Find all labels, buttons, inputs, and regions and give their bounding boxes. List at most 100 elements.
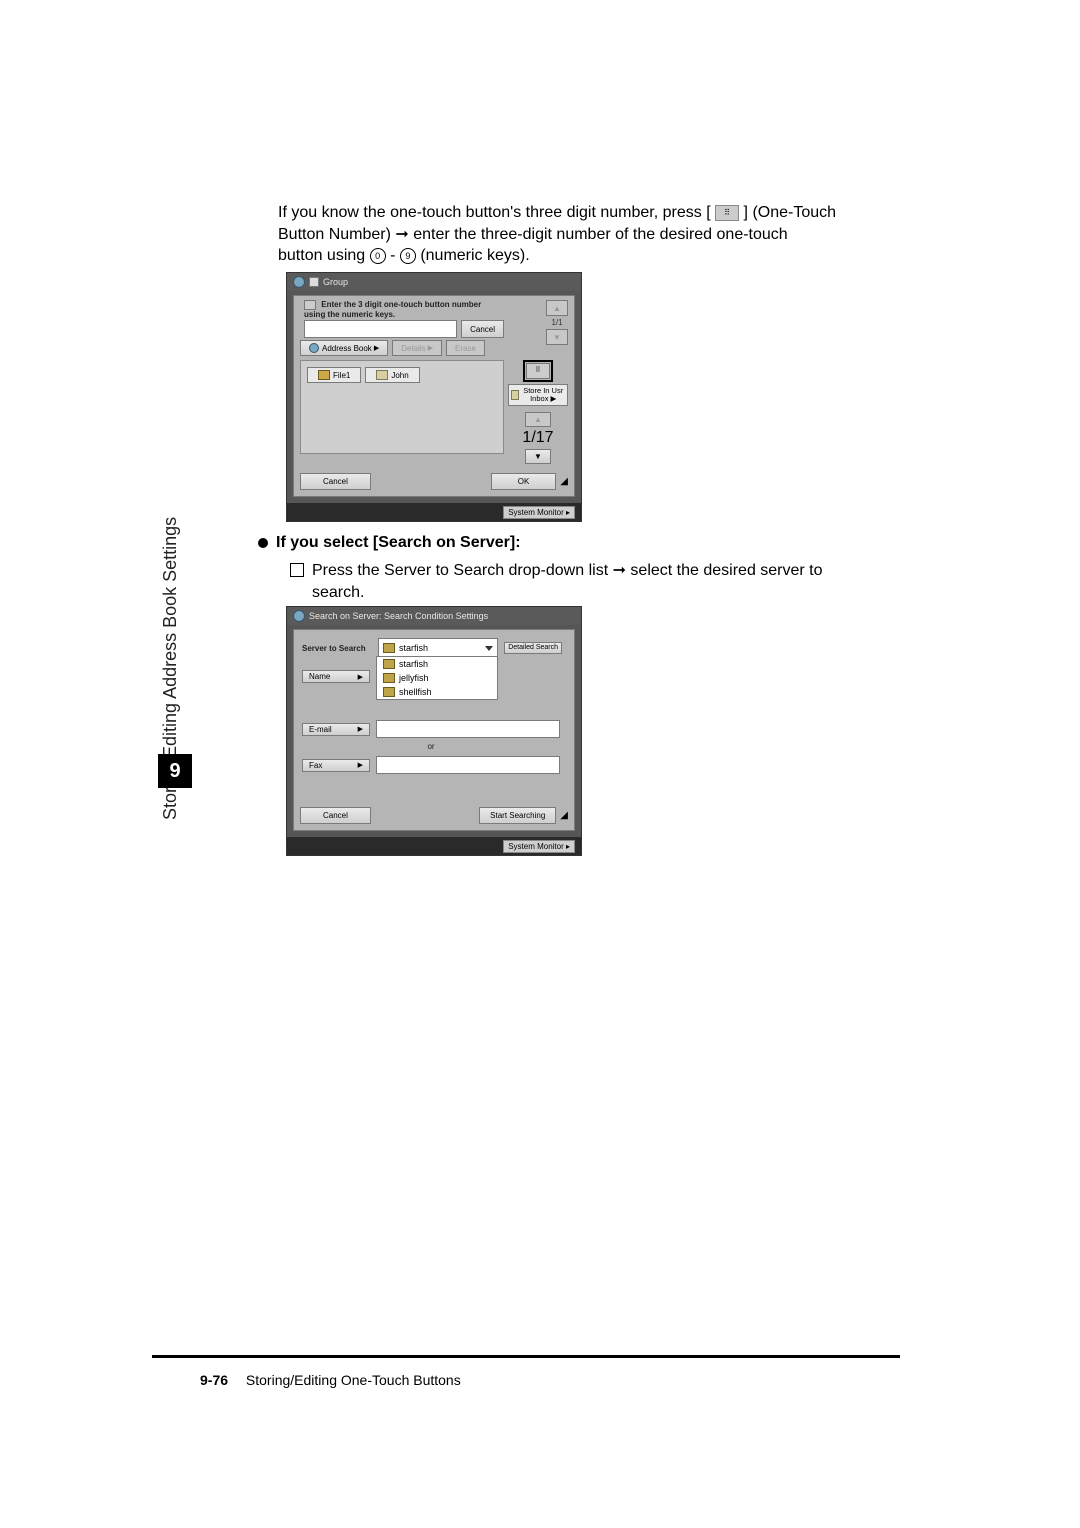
globe-icon (293, 610, 305, 622)
system-monitor-button[interactable]: System Monitor ▸ (503, 506, 575, 519)
number-cancel-button[interactable]: Cancel (461, 320, 504, 338)
john-label: John (391, 371, 408, 380)
page-up-button[interactable]: ▲ (546, 300, 568, 316)
server-to-search-dropdown[interactable]: starfish (378, 638, 498, 658)
intro-text-3a: button using (278, 247, 370, 264)
server-icon (383, 687, 395, 697)
intro-text-1a: If you know the one-touch button's three… (278, 204, 711, 221)
options-icon (309, 277, 319, 287)
page-number: 9-76 (200, 1372, 228, 1388)
intro-text-3c: (numeric keys). (420, 247, 529, 264)
intro-text-3b: - (390, 247, 400, 264)
chevron-down-icon (485, 646, 493, 651)
dialog-titlebar: Group (287, 273, 581, 291)
email-label: E-mail (309, 725, 332, 734)
bullet-icon (258, 538, 268, 548)
numeric-key-0-icon: 0 (370, 248, 386, 264)
server-option-jellyfish[interactable]: jellyfish (377, 671, 497, 685)
list-item-file1[interactable]: File1 (307, 367, 361, 383)
fax-button[interactable]: Fax ▶ (302, 759, 370, 772)
details-button[interactable]: Details ▶ (392, 340, 442, 356)
dialog-bottom-bar: Cancel Start Searching ◢ (300, 807, 568, 824)
dialog-footer: System Monitor ▸ (287, 503, 581, 521)
intro-text-1b: ] (One-Touch (744, 204, 836, 221)
server-icon (383, 643, 395, 653)
dialog-body: Server to Search starfish Detailed Searc… (293, 629, 575, 831)
footer-divider (152, 1355, 900, 1358)
email-input[interactable] (376, 720, 560, 738)
server-option-starfish[interactable]: starfish (377, 657, 497, 671)
dialog-title: Search on Server: Search Condition Setti… (309, 611, 488, 621)
detailed-search-button[interactable]: Detailed Search (504, 642, 562, 653)
server-selected-value: starfish (399, 643, 428, 653)
address-book-button[interactable]: Address Book ▶ (300, 340, 388, 356)
fax-label: Fax (309, 761, 322, 770)
list-down-button[interactable]: ▼ (525, 449, 551, 464)
numeric-key-9-icon: 9 (400, 248, 416, 264)
one-touch-number-icon: ⠿ (715, 205, 739, 221)
name-label: Name (309, 672, 330, 681)
one-touch-small-icon (304, 300, 316, 310)
store-in-user-inbox-label: Store In Usr Inbox ▶ (521, 387, 565, 403)
list-up-button[interactable]: ▲ (525, 412, 551, 427)
email-button[interactable]: E-mail ▶ (302, 723, 370, 736)
folder-icon (318, 370, 330, 380)
right-group: ⠿ Store In Usr Inbox ▶ ▲ 1/17 ▼ (508, 360, 568, 464)
system-monitor-button[interactable]: System Monitor ▸ (503, 840, 575, 853)
address-book-icon (309, 343, 319, 353)
server-option-label: starfish (399, 659, 428, 669)
list-item-john[interactable]: John (365, 367, 419, 383)
ok-button[interactable]: OK (491, 473, 557, 490)
inbox-icon (376, 370, 388, 380)
instruction-text: Enter the 3 digit one-touch button numbe… (304, 300, 504, 319)
server-icon (383, 659, 395, 669)
one-touch-number-button[interactable]: ⠿ (526, 363, 550, 379)
server-option-label: shellfish (399, 687, 432, 697)
one-touch-number-highlight: ⠿ (523, 360, 553, 382)
bullet-heading: If you select [Search on Server]: (276, 534, 521, 552)
erase-button[interactable]: Erase (446, 340, 485, 356)
dialog-footer: System Monitor ▸ (287, 837, 581, 855)
dialog-titlebar: Search on Server: Search Condition Setti… (287, 607, 581, 625)
number-entry-row: Cancel (304, 320, 504, 338)
server-dropdown-list: starfish jellyfish shellfish (376, 656, 498, 700)
destination-list: File1 John (300, 360, 504, 454)
server-icon (383, 673, 395, 683)
name-button[interactable]: Name ▶ (302, 670, 370, 683)
server-option-label: jellyfish (399, 673, 429, 683)
intro-text-2: Button Number) ➞ enter the three-digit n… (278, 226, 788, 243)
file1-label: File1 (333, 371, 350, 380)
sub-bullet-text: Press the Server to Search drop-down lis… (312, 560, 878, 603)
intro-paragraph: If you know the one-touch button's three… (278, 202, 878, 267)
or-label: or (427, 742, 434, 751)
globe-icon (293, 276, 305, 288)
cancel-button[interactable]: Cancel (300, 807, 371, 824)
bullet-section: If you select [Search on Server]: Press … (258, 534, 878, 603)
page-footer: 9-76 Storing/Editing One-Touch Buttons (200, 1372, 461, 1388)
dialog-title: Group (323, 277, 348, 287)
detailed-search-label: Detailed Search (508, 644, 558, 651)
resize-corner-icon: ◢ (560, 810, 568, 821)
page-down-button[interactable]: ▼ (546, 329, 568, 345)
instruction-text-label: Enter the 3 digit one-touch button numbe… (304, 300, 481, 319)
one-touch-number-input[interactable] (304, 320, 457, 338)
resize-corner-icon: ◢ (560, 476, 568, 487)
top-page-count: 1/1 (551, 318, 562, 327)
dialog-bottom-bar: Cancel OK ◢ (300, 473, 568, 490)
server-option-shellfish[interactable]: shellfish (377, 685, 497, 699)
user-inbox-icon (511, 390, 519, 400)
dialog-body: Enter the 3 digit one-touch button numbe… (293, 295, 575, 497)
server-to-search-label: Server to Search (302, 644, 372, 653)
start-searching-button[interactable]: Start Searching (479, 807, 556, 824)
chapter-badge: 9 (158, 754, 192, 788)
screenshot-search-on-server: Search on Server: Search Condition Setti… (286, 606, 582, 856)
store-in-user-inbox-button[interactable]: Store In Usr Inbox ▶ (508, 384, 568, 406)
details-label: Details (401, 344, 425, 353)
top-pager: ▲ 1/1 ▼ (546, 300, 568, 345)
cancel-button[interactable]: Cancel (300, 473, 371, 490)
screenshot-group-dialog: Group Enter the 3 digit one-touch button… (286, 272, 582, 522)
source-buttons-row: Address Book ▶ Details ▶ Erase (300, 340, 485, 356)
footer-title: Storing/Editing One-Touch Buttons (246, 1372, 461, 1388)
fax-input[interactable] (376, 756, 560, 774)
sub-bullet-icon (290, 563, 304, 577)
